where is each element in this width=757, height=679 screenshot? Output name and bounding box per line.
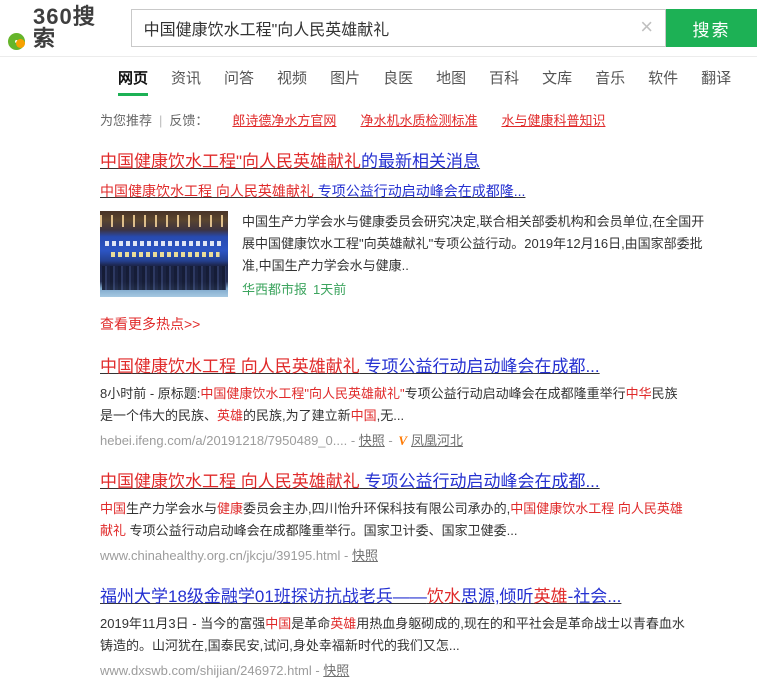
text-segment: 专项公益行动启动峰会在成都... <box>360 472 600 491</box>
dash: - <box>347 433 359 448</box>
news-snippet-text: 中国生产力学会水与健康委员会研究决定,联合相关部委机构和会员单位,在全国开展中国… <box>242 214 704 273</box>
news-thumbnail-image[interactable] <box>100 211 228 297</box>
text-segment: -社会... <box>568 587 622 606</box>
search-result-news: 中国健康饮水工程"向人民英雄献礼的最新相关消息 中国健康饮水工程 向人民英雄献礼… <box>100 129 757 334</box>
text-segment: 福州大学18级金融学01班探访抗战老兵—— <box>100 587 427 606</box>
more-hotspots-link[interactable]: 查看更多热点>> <box>100 314 200 334</box>
search-result: 中国健康饮水工程 向人民英雄献礼 专项公益行动启动峰会在成都... 8小时前 -… <box>100 334 757 449</box>
result-url: www.chinahealthy.org.cn/jkcju/39195.html <box>100 548 340 563</box>
recommend-bar: 为您推荐 | 反馈： 郎诗德净水方官网 净水机水质检测标准 水与健康科普知识 <box>100 110 757 129</box>
source-site-link[interactable]: 凤凰河北 <box>411 433 463 448</box>
text-segment: 饮水 <box>427 587 461 606</box>
dash: - <box>312 663 324 678</box>
news-snippet: 中国生产力学会水与健康委员会研究决定,联合相关部委机构和会员单位,在全国开展中国… <box>242 211 716 301</box>
text-segment: 的最新相关消息 <box>361 152 480 171</box>
search-result: 福州大学18级金融学01班探访抗战老兵——饮水思源,倾听英雄-社会... 201… <box>100 564 757 679</box>
text-segment: 委员会主办,四川怡升环保科技有限公司承办的, <box>243 501 510 516</box>
tab-news[interactable]: 资讯 <box>171 67 201 96</box>
backdrop-text-art <box>105 241 223 259</box>
text-segment: 思源,倾听 <box>461 587 534 606</box>
text-segment: 英雄 <box>330 616 356 631</box>
logo[interactable]: 360搜索 <box>8 6 119 50</box>
text-segment: 中国 <box>265 616 291 631</box>
news-source: 华西都市报 <box>242 282 307 297</box>
news-sub-link[interactable]: 中国健康饮水工程 向人民英雄献礼 专项公益行动启动峰会在成都隆... <box>100 181 525 201</box>
tab-video[interactable]: 视频 <box>277 67 307 96</box>
tab-doctor[interactable]: 良医 <box>383 67 413 96</box>
dash: - <box>385 433 397 448</box>
tab-maps[interactable]: 地图 <box>436 67 466 96</box>
result-url-line: www.chinahealthy.org.cn/jkcju/39195.html… <box>100 545 757 564</box>
result-url: www.dxswb.com/shijian/246972.html <box>100 663 312 678</box>
search-button[interactable]: 搜索 <box>666 9 757 47</box>
news-card: 中国生产力学会水与健康委员会研究决定,联合相关部委机构和会员单位,在全国开展中国… <box>100 211 757 301</box>
divider: | <box>159 113 162 128</box>
text-segment: 专项公益行动启动峰会在成都隆重举行 <box>405 386 626 401</box>
results-area: 为您推荐|反馈：郎诗德净水方官网净水机水质检测标准水与健康科普知识 中国健康饮水… <box>0 110 757 679</box>
logo-dot-icon <box>16 39 25 48</box>
tab-translate[interactable]: 翻译 <box>701 67 731 96</box>
recommend-link-2[interactable]: 净水机水质检测标准 <box>360 113 477 128</box>
group-photo-art <box>102 266 226 290</box>
result-url: hebei.ifeng.com/a/20191218/7950489_0.... <box>100 433 347 448</box>
dash: - <box>340 548 352 563</box>
result-snippet: 8小时前 - 原标题:中国健康饮水工程"向人民英雄献礼"专项公益行动启动峰会在成… <box>100 383 688 427</box>
result-url-line: hebei.ifeng.com/a/20191218/7950489_0....… <box>100 430 757 449</box>
snapshot-link[interactable]: 快照 <box>359 433 385 448</box>
tab-qa[interactable]: 问答 <box>224 67 254 96</box>
text-segment: 英雄 <box>534 587 568 606</box>
recommend-link-1[interactable]: 郎诗德净水方官网 <box>232 113 336 128</box>
result-title-link[interactable]: 中国健康饮水工程"向人民英雄献礼的最新相关消息 <box>100 151 480 172</box>
news-time: 1天前 <box>313 282 346 297</box>
feedback-link[interactable]: 反馈： <box>169 113 208 128</box>
text-segment: ,无... <box>377 408 404 423</box>
tab-wenku[interactable]: 文库 <box>542 67 572 96</box>
tab-webpage[interactable]: 网页 <box>118 67 148 96</box>
text-segment: 中国健康饮水工程"向人民英雄献礼" <box>200 386 404 401</box>
search-input[interactable] <box>132 10 665 46</box>
text-segment: 中国 <box>100 501 126 516</box>
text-segment: 专项公益行动启动峰会在成都隆... <box>314 183 526 199</box>
text-segment: 是革命 <box>291 616 330 631</box>
v-verified-icon: V <box>398 433 407 448</box>
logo-ring-icon <box>8 33 25 50</box>
tab-baike[interactable]: 百科 <box>489 67 519 96</box>
text-segment: 中国健康饮水工程 向人民英雄献礼 <box>100 472 360 491</box>
text-segment: 8小时前 - 原标题: <box>100 386 200 401</box>
news-source-line: 华西都市报 1天前 <box>242 279 716 301</box>
search-box: × <box>131 9 666 47</box>
tab-music[interactable]: 音乐 <box>595 67 625 96</box>
stage-lights-art <box>100 215 228 227</box>
search-result: 中国健康饮水工程 向人民英雄献礼 专项公益行动启动峰会在成都... 中国生产力学… <box>100 449 757 564</box>
result-title-link[interactable]: 中国健康饮水工程 向人民英雄献礼 专项公益行动启动峰会在成都... <box>100 356 600 377</box>
tab-software[interactable]: 软件 <box>648 67 678 96</box>
recommend-label: 为您推荐 <box>100 113 152 128</box>
result-title-link[interactable]: 福州大学18级金融学01班探访抗战老兵——饮水思源,倾听英雄-社会... <box>100 586 621 607</box>
text-segment: 中国健康饮水工程 向人民英雄献礼 <box>100 357 360 376</box>
vertical-tabs-nav: 网页 资讯 问答 视频 图片 良医 地图 百科 文库 音乐 软件 翻译 <box>0 57 757 96</box>
search-header: 360搜索 × 搜索 <box>0 0 757 57</box>
text-segment: 中华 <box>626 386 652 401</box>
snapshot-link[interactable]: 快照 <box>352 548 378 563</box>
result-snippet: 中国生产力学会水与健康委员会主办,四川怡升环保科技有限公司承办的,中国健康饮水工… <box>100 498 688 542</box>
result-title-link[interactable]: 中国健康饮水工程 向人民英雄献礼 专项公益行动启动峰会在成都... <box>100 471 600 492</box>
result-snippet: 2019年11月3日 - 当今的富强中国是革命英雄用热血身躯砌成的,现在的和平社… <box>100 613 688 657</box>
result-url-line: www.dxswb.com/shijian/246972.html - 快照 <box>100 660 757 679</box>
recommend-link-3[interactable]: 水与健康科普知识 <box>501 113 605 128</box>
text-segment: 2019年11月3日 - 当今的富强 <box>100 616 265 631</box>
logo-text: 360搜索 <box>33 6 119 50</box>
text-segment: 中国 <box>351 408 377 423</box>
text-segment: 专项公益行动启动峰会在成都... <box>360 357 600 376</box>
text-segment: 英雄 <box>217 408 243 423</box>
text-segment: 中国健康饮水工程 向人民英雄献礼 <box>100 183 314 199</box>
text-segment: 中国健康饮水工程"向人民英雄献礼 <box>100 152 361 171</box>
clear-icon[interactable]: × <box>640 16 653 38</box>
text-segment: 生产力学会水与 <box>126 501 217 516</box>
text-segment: 健康 <box>217 501 243 516</box>
tab-images[interactable]: 图片 <box>330 67 360 96</box>
snapshot-link[interactable]: 快照 <box>323 663 349 678</box>
text-segment: 的民族,为了建立新 <box>243 408 351 423</box>
text-segment: 专项公益行动启动峰会在成都隆重举行。国家卫计委、国家卫健委... <box>126 523 517 538</box>
